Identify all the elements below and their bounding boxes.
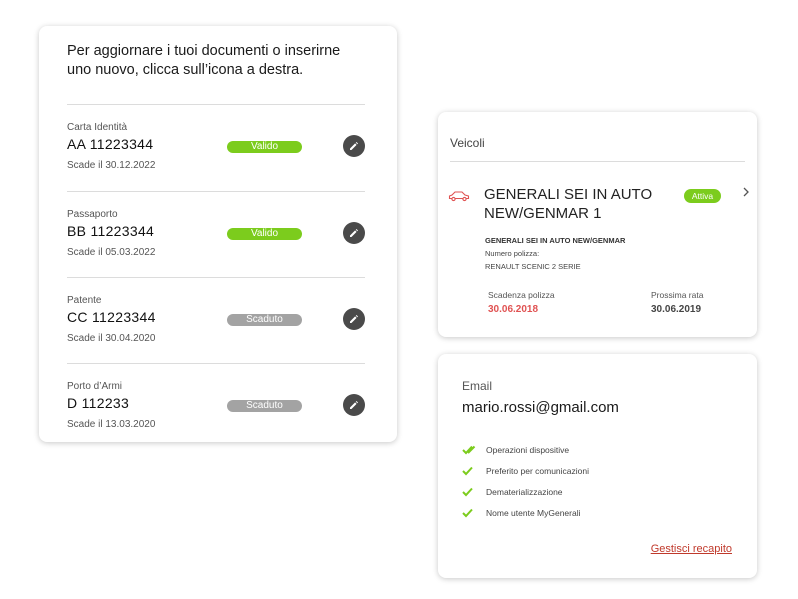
edit-document-button[interactable]	[343, 394, 365, 416]
double-check-icon	[462, 445, 482, 455]
pencil-icon	[350, 142, 358, 150]
policy-expiry-value: 30.06.2018	[488, 304, 539, 315]
pencil-icon	[350, 401, 358, 409]
document-row: Passaporto BB 11223344 Scade il 05.03.20…	[67, 191, 365, 278]
document-expiry: Scade il 30.04.2020	[67, 333, 156, 344]
document-type: Patente	[67, 295, 102, 306]
edit-document-button[interactable]	[343, 308, 365, 330]
document-type: Porto d’Armi	[67, 381, 123, 392]
status-badge: Scaduto	[227, 400, 302, 412]
next-installment-value: 30.06.2019	[651, 304, 702, 315]
check-label: Operazioni dispositive	[486, 445, 570, 455]
document-number: BB 11223344	[67, 223, 155, 239]
policy-number-label: Numero polizza:	[485, 249, 540, 258]
check-item: Preferito per comunicazioni	[462, 465, 589, 477]
status-badge: Valido	[227, 228, 302, 240]
vehicle-policy-name[interactable]: GENERALI SEI IN AUTO NEW/GENMAR 1	[484, 185, 674, 223]
chevron-right-icon[interactable]	[742, 186, 750, 198]
vehicle-model: RENAULT SCENIC 2 SERIE	[485, 262, 581, 271]
email-card: Email mario.rossi@gmail.com Operazioni d…	[438, 354, 757, 578]
manage-contact-link[interactable]: Gestisci recapito	[651, 543, 732, 555]
email-value: mario.rossi@gmail.com	[462, 399, 619, 416]
divider	[450, 161, 745, 162]
document-expiry: Scade il 05.03.2022	[67, 247, 156, 258]
check-label: Dematerializzazione	[486, 487, 563, 497]
documents-intro: Per aggiornare i tuoi documenti o inseri…	[67, 43, 341, 78]
email-label: Email	[462, 379, 493, 393]
status-badge: Valido	[227, 141, 302, 153]
vehicles-title: Veicoli	[450, 136, 485, 150]
vehicles-card: Veicoli GENERALI SEI IN AUTO NEW/GENMAR …	[438, 112, 757, 337]
car-icon	[448, 191, 470, 202]
document-type: Passaporto	[67, 209, 118, 220]
check-icon	[462, 508, 482, 518]
document-number: CC 11223344	[67, 309, 156, 325]
pencil-icon	[350, 315, 358, 323]
pencil-icon	[350, 229, 358, 237]
documents-card: Per aggiornare i tuoi documenti o inseri…	[39, 26, 397, 442]
document-number: AA 11223344	[67, 136, 154, 152]
check-item: Nome utente MyGenerali	[462, 507, 581, 519]
document-row: Carta Identità AA 11223344 Scade il 30.1…	[67, 104, 365, 191]
check-item: Operazioni dispositive	[462, 444, 569, 456]
policy-product: GENERALI SEI IN AUTO NEW/GENMAR	[485, 236, 626, 245]
check-icon	[462, 466, 482, 476]
check-item: Dematerializzazione	[462, 486, 563, 498]
edit-document-button[interactable]	[343, 135, 365, 157]
check-icon	[462, 487, 482, 497]
policy-expiry-label: Scadenza polizza	[488, 290, 555, 300]
edit-document-button[interactable]	[343, 222, 365, 244]
check-label: Nome utente MyGenerali	[486, 508, 581, 518]
document-row: Porto d’Armi D 112233 Scade il 13.03.202…	[67, 363, 365, 450]
check-label: Preferito per comunicazioni	[486, 466, 589, 476]
status-badge: Attiva	[684, 189, 721, 203]
status-badge: Scaduto	[227, 314, 302, 326]
document-row: Patente CC 11223344 Scade il 30.04.2020 …	[67, 277, 365, 364]
document-number: D 112233	[67, 395, 130, 411]
document-expiry: Scade il 30.12.2022	[67, 160, 156, 171]
document-expiry: Scade il 13.03.2020	[67, 419, 156, 430]
next-installment-label: Prossima rata	[651, 290, 704, 300]
document-type: Carta Identità	[67, 122, 128, 133]
